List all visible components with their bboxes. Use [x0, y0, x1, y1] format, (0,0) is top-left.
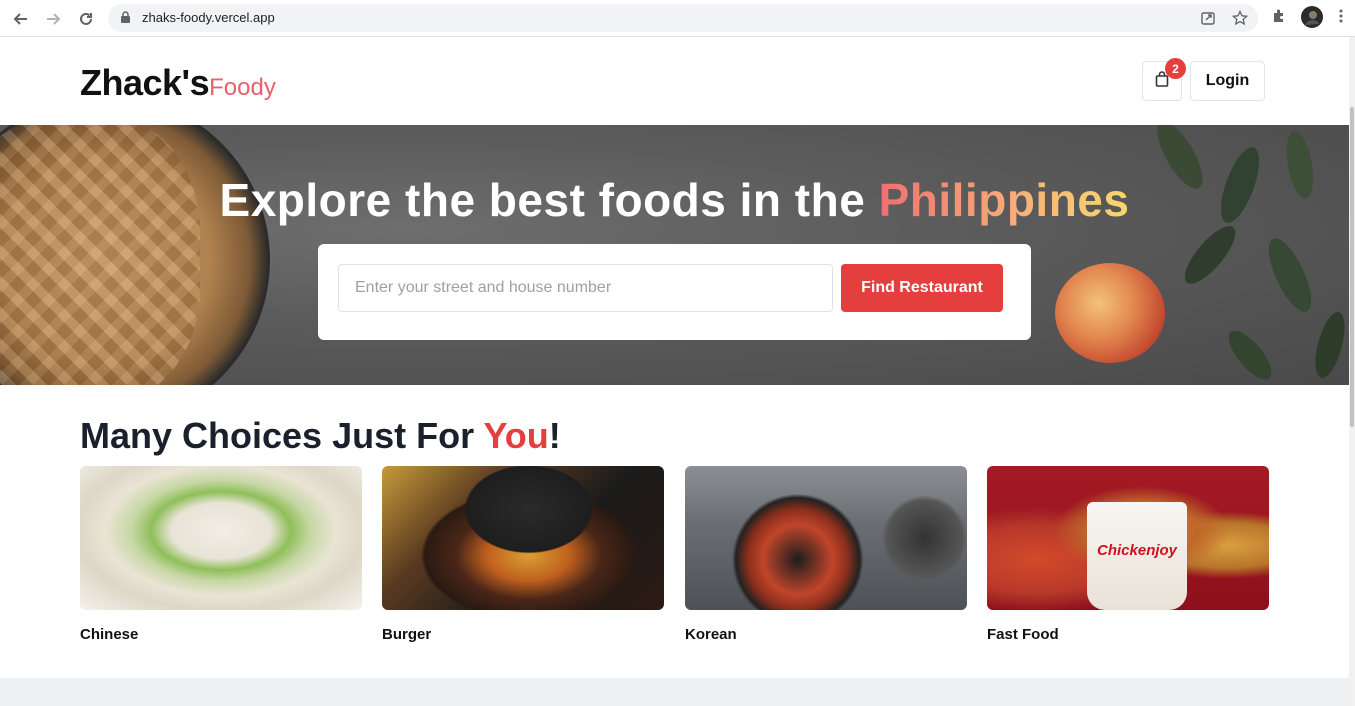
forward-icon[interactable]: [42, 8, 64, 30]
profile-avatar[interactable]: [1301, 6, 1323, 33]
hero-title: Explore the best foods in the Philippine…: [0, 173, 1349, 227]
choices-title-accent: You: [483, 415, 549, 456]
page-scrollbar[interactable]: [1349, 37, 1355, 706]
address-search-input[interactable]: [338, 264, 833, 312]
choices-title-suffix: !: [548, 415, 561, 456]
category-card-chinese[interactable]: Chinese: [80, 466, 362, 656]
choices-section-title: Many Choices Just For You!: [80, 415, 561, 457]
category-label: Fast Food: [987, 626, 1059, 643]
category-label: Chinese: [80, 626, 139, 643]
scrollbar-thumb[interactable]: [1350, 107, 1354, 427]
logo-sub: Foody: [209, 74, 276, 101]
address-bar[interactable]: zhaks-foody.vercel.app: [108, 4, 1258, 32]
bookmark-star-icon[interactable]: [1231, 9, 1249, 31]
site-logo[interactable]: Zhack'sFoody: [80, 62, 276, 104]
fast-food-image: Chickenjoy: [987, 466, 1269, 610]
category-label: Burger: [382, 626, 432, 643]
search-card: Find Restaurant: [318, 244, 1031, 340]
browser-toolbar: zhaks-foody.vercel.app: [0, 0, 1355, 37]
more-menu-icon[interactable]: [1338, 8, 1344, 29]
category-cards: Chinese Burger Korean Chickenjoy Fast Fo…: [80, 466, 1270, 656]
chicken-bucket: Chickenjoy: [1087, 502, 1187, 610]
hero-banner: Explore the best foods in the Philippine…: [0, 125, 1349, 385]
logo-main: Zhack's: [80, 62, 210, 103]
hero-title-accent: Philippines: [878, 174, 1130, 226]
extensions-icon[interactable]: [1271, 8, 1287, 29]
lock-icon: [120, 11, 131, 29]
category-card-fast-food[interactable]: Chickenjoy Fast Food: [987, 466, 1269, 656]
choices-title-text: Many Choices Just For: [80, 415, 484, 456]
share-icon[interactable]: [1200, 10, 1216, 31]
back-icon[interactable]: [10, 8, 32, 30]
url-text: zhaks-foody.vercel.app: [142, 10, 275, 25]
site-header: Zhack'sFoody 2 Login: [0, 37, 1349, 125]
category-label: Korean: [685, 626, 737, 643]
reload-icon[interactable]: [75, 8, 97, 30]
korean-food-image: [685, 466, 967, 610]
footer-band: [0, 678, 1349, 706]
leaves-image: [1157, 125, 1345, 380]
pie-lattice-texture: [0, 125, 200, 385]
cart-count-badge: 2: [1165, 58, 1186, 79]
bucket-brand-logo: Chickenjoy: [1097, 542, 1178, 559]
login-button[interactable]: Login: [1190, 61, 1265, 101]
chinese-food-image: [80, 466, 362, 610]
category-card-korean[interactable]: Korean: [685, 466, 967, 656]
hero-title-text: Explore the best foods in the: [219, 174, 879, 226]
page-content: Zhack'sFoody 2 Login Explore the best fo…: [0, 37, 1349, 706]
category-card-burger[interactable]: Burger: [382, 466, 664, 656]
find-restaurant-button[interactable]: Find Restaurant: [841, 264, 1003, 312]
burger-image: [382, 466, 664, 610]
